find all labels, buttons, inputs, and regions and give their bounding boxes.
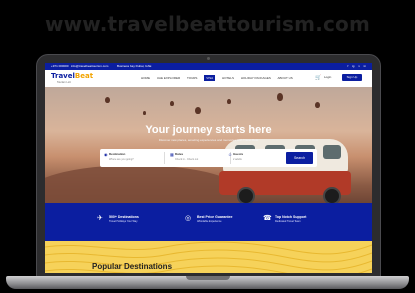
calendar-icon: ▦ [170, 152, 174, 157]
logo-tagline: Tourism LLC [57, 81, 72, 84]
facebook-icon[interactable]: f [347, 64, 348, 68]
cart-icon[interactable]: 🛒 [315, 75, 321, 81]
nav-item-visa[interactable]: VISA [204, 75, 216, 81]
instagram-icon[interactable]: ig [352, 64, 354, 68]
hot-air-balloon [105, 97, 110, 103]
topbar-address: Business bay Dubai, UAE [117, 64, 152, 68]
destinations-section: Popular Destinations [45, 241, 372, 273]
hot-air-balloon [195, 107, 201, 114]
hot-air-balloon [143, 111, 146, 115]
laptop-notch [186, 276, 230, 280]
site-logo[interactable]: TravelBeat [51, 72, 93, 80]
destination-field[interactable]: ◉ Destination Where are you going? [104, 152, 165, 164]
feature-subtitle: Dedicated Travel Team [275, 220, 301, 223]
logo-text-main: Travel [51, 72, 75, 80]
top-bar: +971 000000 info@travelbeattourism.com B… [45, 63, 372, 70]
van-wheel [237, 187, 255, 203]
nav-item-holiday-packages[interactable]: HOLIDAY PACKAGES [241, 76, 271, 80]
laptop-frame: +971 000000 info@travelbeattourism.com B… [36, 54, 381, 280]
dates-label: Dates [175, 152, 184, 156]
hero-subtitle: Discover new places, amazing experiences… [158, 138, 259, 142]
main-nav: TravelBeat Tourism LLC HOME UAE EXPLORER… [45, 70, 372, 87]
watermark: www.travelbeattourism.com [44, 12, 371, 36]
features-strip: ✈ 500+ Destinations Travel Holidays Your… [45, 203, 372, 241]
hero-title: Your journey starts here [145, 124, 272, 136]
topbar-email[interactable]: info@travelbeattourism.com [71, 63, 108, 70]
dates-input[interactable]: Check in - Check out [175, 158, 198, 161]
camera [207, 57, 210, 60]
hot-air-balloon [315, 102, 320, 108]
search-button[interactable]: Search [286, 152, 313, 164]
guests-label: Guests [233, 152, 244, 156]
hot-air-balloon [277, 93, 283, 101]
login-link[interactable]: Login [324, 75, 331, 79]
nav-item-about-us[interactable]: ABOUT US [278, 76, 293, 80]
destination-label: Destination [109, 152, 126, 156]
hero-section: Your journey starts here Discover new pl… [45, 87, 372, 203]
feature-title: 500+ Destinations [109, 215, 139, 219]
nav-item-home[interactable]: HOME [141, 76, 150, 80]
feature-title: Top Notch Support [275, 215, 307, 219]
laptop-base [6, 276, 409, 289]
topbar-phone[interactable]: +971 000000 [51, 63, 69, 70]
feature-subtitle: Travel Holidays Your Way [109, 220, 138, 223]
feature-subtitle: Affordable Experience [197, 220, 222, 223]
nav-menu: HOME UAE EXPLORER TOURS VISA HOTELS HOLI… [141, 75, 299, 81]
search-bar: ◉ Destination Where are you going? ▦ Dat… [100, 149, 317, 167]
hot-air-balloon [227, 99, 231, 104]
guests-field[interactable]: ☺ Guests 2 adults [228, 152, 282, 164]
pin-icon: ◉ [104, 152, 108, 157]
logo-text-accent: Beat [74, 72, 94, 80]
nav-item-hotels[interactable]: HOTELS [222, 76, 234, 80]
nav-item-tours[interactable]: TOURS [187, 76, 197, 80]
destination-input[interactable]: Where are you going? [109, 158, 134, 161]
section-title: Popular Destinations [92, 262, 173, 271]
van-wheel [323, 187, 341, 203]
dates-field[interactable]: ▦ Dates Check in - Check out [170, 152, 231, 164]
headset-icon: ☎ [263, 215, 272, 222]
price-tag-icon: ◎ [185, 215, 192, 222]
van-window [323, 145, 341, 159]
signup-button[interactable]: Sign Up [342, 74, 362, 81]
hot-air-balloon [170, 101, 174, 106]
plane-icon: ✈ [97, 215, 103, 222]
linkedin-icon[interactable]: in [364, 64, 366, 68]
guests-input[interactable]: 2 adults [233, 158, 242, 161]
feature-title: Best Price Guarantee [197, 215, 233, 219]
guests-icon: ☺ [228, 152, 233, 157]
laptop-screen: +971 000000 info@travelbeattourism.com B… [45, 63, 372, 273]
nav-item-uae-explorer[interactable]: UAE EXPLORER [157, 76, 180, 80]
twitter-icon[interactable]: x [358, 64, 360, 68]
social-links: f ig x in [344, 63, 366, 70]
